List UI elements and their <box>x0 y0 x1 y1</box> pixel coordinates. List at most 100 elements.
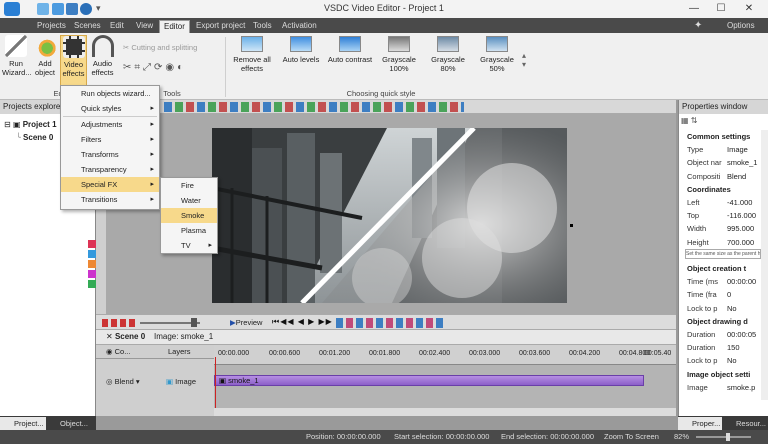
cutting-splitting-button[interactable]: ✂ Cutting and splitting <box>123 43 213 52</box>
tool-icon[interactable] <box>88 260 96 268</box>
property-row[interactable]: Object nar smoke_1 <box>679 156 768 169</box>
tab-projects[interactable]: Projects <box>33 20 70 33</box>
tool-icon[interactable] <box>88 240 96 248</box>
quick-style-auto-levels[interactable]: Auto levels <box>277 36 325 64</box>
menu-item-transforms[interactable]: Transforms ▸ <box>61 147 159 162</box>
color-icon[interactable]: ◉ <box>165 62 177 73</box>
property-row[interactable]: Lock to p No <box>679 302 768 315</box>
property-value[interactable]: Blend <box>727 170 746 183</box>
menu-item-transitions[interactable]: Transitions ▸ <box>61 192 159 207</box>
dropdown-icon[interactable]: ▾ <box>134 377 140 386</box>
timeline-tools[interactable] <box>336 318 446 328</box>
tab-scenes[interactable]: Scenes <box>70 20 105 33</box>
horizontal-scrollbar[interactable] <box>214 408 676 416</box>
track-label-image[interactable]: ▣ Image <box>166 377 196 386</box>
property-row[interactable]: Compositi Blend <box>679 170 768 183</box>
menu-item-tv[interactable]: TV ▸ <box>161 238 217 253</box>
property-value[interactable]: -41.000 <box>727 196 752 209</box>
property-row[interactable]: Lock to p No <box>679 354 768 367</box>
property-row[interactable]: Time (fra 0 <box>679 288 768 301</box>
menu-item-fire[interactable]: Fire <box>161 178 217 193</box>
property-row[interactable]: Duration 150 <box>679 341 768 354</box>
property-row[interactable]: Type Image <box>679 143 768 156</box>
menu-item-adjustments[interactable]: Adjustments ▸ <box>61 117 159 132</box>
quick-style-grayscale-100[interactable]: Grayscale 100% <box>375 36 423 73</box>
menu-item-filters[interactable]: Filters ▸ <box>61 132 159 147</box>
tab-resources[interactable]: Resour... <box>722 417 768 430</box>
quick-style-scroll-icon[interactable]: ▴ ▾ <box>522 51 526 69</box>
rotate-icon[interactable]: ⟳ <box>154 62 165 73</box>
quick-style-grayscale-80[interactable]: Grayscale 80% <box>424 36 472 73</box>
video-frame[interactable] <box>212 128 567 303</box>
tab-image-smoke[interactable]: Image: smoke_1 <box>154 332 213 341</box>
menu-item-plasma[interactable]: Plasma <box>161 223 217 238</box>
property-row[interactable]: Left -41.000 <box>679 196 768 209</box>
audio-wave-icon[interactable]: ◐ <box>177 62 186 73</box>
tree-item-scene[interactable]: ╰ Scene 0 <box>16 133 53 142</box>
property-value[interactable]: Image <box>727 143 748 156</box>
tool-icon[interactable] <box>88 280 96 288</box>
resize-handle[interactable] <box>570 224 573 227</box>
run-wizard-button[interactable]: Run Wizard... <box>2 35 32 77</box>
minimize-button[interactable]: — <box>683 2 705 16</box>
tab-view[interactable]: View <box>132 20 157 33</box>
property-value[interactable]: 00:00:05 <box>727 328 756 341</box>
tool-icon[interactable] <box>88 270 96 278</box>
property-value[interactable]: smoke.p <box>727 381 755 394</box>
menu-item-special-fx[interactable]: Special FX ▸ <box>61 177 159 192</box>
property-value[interactable]: 0 <box>727 288 731 301</box>
property-value[interactable]: 995.000 <box>727 222 754 235</box>
property-row[interactable]: Duration 00:00:05 <box>679 328 768 341</box>
close-tab-icon[interactable]: ✕ <box>106 332 115 341</box>
time-ruler[interactable]: 00:00.000 00:00.600 00:01.200 00:01.800 … <box>214 345 676 365</box>
tree-item-project[interactable]: ⊟ ▣ Project 1 <box>4 120 57 129</box>
tab-objects-explorer[interactable]: Object... <box>46 417 96 430</box>
crop-icon[interactable]: ⌗ <box>134 62 143 73</box>
property-value[interactable]: 700.000 <box>727 236 754 249</box>
tab-tools[interactable]: Tools <box>249 20 276 33</box>
add-object-button[interactable]: Add object <box>32 35 58 77</box>
property-value[interactable]: No <box>727 302 737 315</box>
track-row-blend[interactable]: ◎ Blend ▾ <box>106 377 140 386</box>
properties-scrollbar[interactable] <box>761 130 768 400</box>
menu-item-water[interactable]: Water <box>161 193 217 208</box>
tab-edit[interactable]: Edit <box>106 20 128 33</box>
menu-item-quick-styles[interactable]: Quick styles ▸ <box>61 101 159 116</box>
quick-style-remove-all[interactable]: Remove all effects <box>228 36 276 73</box>
zoom-slider[interactable] <box>696 436 751 438</box>
property-row[interactable]: Top -116.000 <box>679 209 768 222</box>
zoom-to-screen-button[interactable]: Zoom To Screen <box>604 430 659 444</box>
zoom-slider-thumb[interactable] <box>726 433 730 441</box>
menu-item-smoke[interactable]: Smoke <box>161 208 217 223</box>
maximize-button[interactable]: ☐ <box>710 2 732 16</box>
property-row[interactable]: Image smoke.p <box>679 381 768 394</box>
tool-icon[interactable] <box>88 250 96 258</box>
tab-activation[interactable]: Activation <box>278 20 321 33</box>
menu-item-transparency[interactable]: Transparency ▸ <box>61 162 159 177</box>
alignment-tools[interactable] <box>164 102 464 112</box>
playback-controls[interactable]: ⏮◀◀ ◀ ▶ ▶▶ ⏭ <box>272 317 344 327</box>
menu-item-run-objects-wizard[interactable]: Run objects wizard... <box>61 86 159 101</box>
resize-icon[interactable]: ⤢ <box>143 62 154 73</box>
close-button[interactable]: ✕ <box>738 2 760 16</box>
video-effects-button[interactable]: Video effects <box>60 35 87 87</box>
property-value[interactable]: 00:00:00 <box>727 275 756 288</box>
cut-tool-icon[interactable]: ✂ <box>123 62 134 73</box>
skin-icon[interactable]: ✦ <box>690 20 706 33</box>
clip-smoke-1[interactable]: ▣ smoke_1 <box>214 375 644 386</box>
property-value[interactable]: -116.000 <box>727 209 756 222</box>
options-button[interactable]: Options <box>723 20 759 33</box>
audio-effects-button[interactable]: Audio effects <box>89 35 116 77</box>
visibility-icon[interactable]: ◉ <box>106 347 115 356</box>
zoom-buttons[interactable] <box>102 319 136 327</box>
quick-style-auto-contrast[interactable]: Auto contrast <box>326 36 374 64</box>
zoom-slider-thumb[interactable] <box>191 318 197 327</box>
preview-button[interactable]: ▶Preview <box>230 317 262 329</box>
quick-style-grayscale-50[interactable]: Grayscale 50% <box>473 36 521 73</box>
property-value[interactable]: No <box>727 354 737 367</box>
property-value[interactable]: 150 <box>727 341 740 354</box>
tab-properties[interactable]: Proper... <box>678 417 722 430</box>
tab-export-project[interactable]: Export project <box>192 20 249 33</box>
eye-icon[interactable]: ◎ <box>106 377 115 386</box>
property-row[interactable]: Time (ms 00:00:00 <box>679 275 768 288</box>
